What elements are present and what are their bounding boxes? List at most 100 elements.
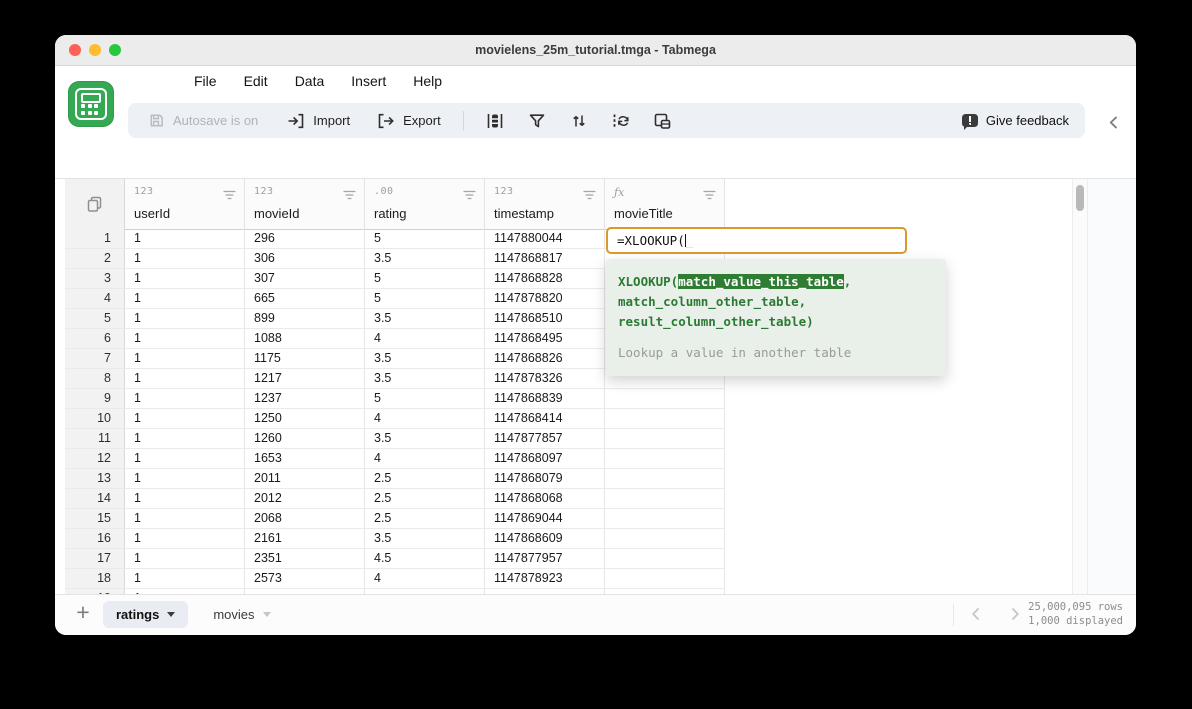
row-number[interactable]: 17 (65, 549, 125, 568)
cell-movieId[interactable]: 1088 (245, 329, 365, 348)
cell-rating[interactable]: 2.5 (365, 469, 485, 488)
next-page-icon[interactable] (1010, 607, 1021, 626)
cell-timestamp[interactable]: 1147877957 (485, 549, 605, 568)
cell-userId[interactable]: 1 (125, 409, 245, 428)
cell-userId[interactable]: 1 (125, 269, 245, 288)
vertical-scrollbar[interactable] (1072, 179, 1088, 595)
cell-rating[interactable]: 4 (365, 449, 485, 468)
cell-userId[interactable]: 1 (125, 569, 245, 588)
cell-movieId[interactable]: 1175 (245, 349, 365, 368)
cell-movieId[interactable]: 2068 (245, 509, 365, 528)
row-number[interactable]: 18 (65, 569, 125, 588)
cell-movieId[interactable]: 2351 (245, 549, 365, 568)
column-filter-icon[interactable] (703, 187, 716, 205)
select-all-corner[interactable] (65, 179, 125, 229)
previous-page-icon[interactable] (970, 607, 981, 626)
column-header-timestamp[interactable]: 123timestamp (485, 179, 605, 229)
row-number[interactable]: 11 (65, 429, 125, 448)
filter-icon[interactable] (527, 111, 547, 131)
cell-userId[interactable]: 1 (125, 289, 245, 308)
cell-timestamp[interactable]: 1147868079 (485, 469, 605, 488)
cell-movieId[interactable]: 306 (245, 249, 365, 268)
cell-movieId[interactable]: 307 (245, 269, 365, 288)
menu-item-file[interactable]: File (194, 73, 217, 89)
row-number[interactable]: 2 (65, 249, 125, 268)
row-number[interactable]: 12 (65, 449, 125, 468)
menu-item-edit[interactable]: Edit (244, 73, 268, 89)
column-filter-icon[interactable] (463, 187, 476, 205)
cell-rating[interactable]: 3.5 (365, 529, 485, 548)
cell-userId[interactable]: 1 (125, 469, 245, 488)
row-number[interactable]: 15 (65, 509, 125, 528)
cell-timestamp[interactable]: 1147868097 (485, 449, 605, 468)
cell-userId[interactable]: 1 (125, 249, 245, 268)
cell-movieTitle[interactable] (605, 469, 725, 488)
column-filter-icon[interactable] (343, 187, 356, 205)
cell-rating[interactable]: 3.5 (365, 429, 485, 448)
row-number[interactable]: 1 (65, 229, 125, 248)
cell-movieId[interactable]: 296 (245, 229, 365, 248)
give-feedback-button[interactable]: Give feedback (962, 113, 1069, 128)
cell-timestamp[interactable]: 1147868068 (485, 489, 605, 508)
cell-movieId[interactable]: 2012 (245, 489, 365, 508)
row-number[interactable]: 8 (65, 369, 125, 388)
cell-timestamp[interactable]: 1147868609 (485, 529, 605, 548)
cell-rating[interactable]: 5 (365, 289, 485, 308)
cell-movieId[interactable]: 2011 (245, 469, 365, 488)
cell-movieTitle[interactable] (605, 389, 725, 408)
cell-rating[interactable]: 4 (365, 409, 485, 428)
cell-rating[interactable]: 3.5 (365, 369, 485, 388)
cell-movieTitle[interactable] (605, 489, 725, 508)
cell-movieId[interactable]: 899 (245, 309, 365, 328)
cell-timestamp[interactable]: 1147880044 (485, 229, 605, 248)
cell-rating[interactable]: 5 (365, 229, 485, 248)
collapse-panel-icon[interactable] (1107, 115, 1123, 131)
sheet-tab-ratings[interactable]: ratings (103, 601, 188, 628)
column-header-userId[interactable]: 123userId (125, 179, 245, 229)
cell-movieId[interactable]: 2573 (245, 569, 365, 588)
add-sheet-button[interactable]: + (70, 600, 96, 626)
cell-rating[interactable]: 3.5 (365, 249, 485, 268)
cell-rating[interactable]: 4.5 (365, 549, 485, 568)
cell-movieTitle[interactable] (605, 429, 725, 448)
cell-movieId[interactable]: 1237 (245, 389, 365, 408)
sort-icon[interactable] (569, 111, 589, 131)
cell-movieId[interactable]: 1250 (245, 409, 365, 428)
formula-cell-editor[interactable]: =XLOOKUP(_ (606, 227, 907, 254)
cell-timestamp[interactable]: 1147878820 (485, 289, 605, 308)
row-number[interactable]: 10 (65, 409, 125, 428)
cell-timestamp[interactable]: 1147868826 (485, 349, 605, 368)
row-number[interactable]: 6 (65, 329, 125, 348)
cell-userId[interactable]: 1 (125, 529, 245, 548)
row-number[interactable]: 5 (65, 309, 125, 328)
menu-item-help[interactable]: Help (413, 73, 442, 89)
cell-userId[interactable]: 1 (125, 489, 245, 508)
cell-rating[interactable]: 5 (365, 389, 485, 408)
cell-rating[interactable]: 3.5 (365, 349, 485, 368)
column-filter-icon[interactable] (223, 187, 236, 205)
cell-timestamp[interactable]: 1147878326 (485, 369, 605, 388)
cell-timestamp[interactable]: 1147868828 (485, 269, 605, 288)
cell-timestamp[interactable]: 1147877857 (485, 429, 605, 448)
cell-rating[interactable]: 2.5 (365, 509, 485, 528)
cell-userId[interactable]: 1 (125, 309, 245, 328)
cell-movieTitle[interactable] (605, 549, 725, 568)
cell-userId[interactable]: 1 (125, 369, 245, 388)
cell-rating[interactable]: 5 (365, 269, 485, 288)
column-header-movieId[interactable]: 123movieId (245, 179, 365, 229)
column-filter-icon[interactable] (583, 187, 596, 205)
cell-movieTitle[interactable] (605, 449, 725, 468)
cell-rating[interactable]: 3.5 (365, 309, 485, 328)
cell-userId[interactable]: 1 (125, 229, 245, 248)
row-number[interactable]: 13 (65, 469, 125, 488)
refresh-columns-icon[interactable] (611, 111, 631, 131)
cell-userId[interactable]: 1 (125, 349, 245, 368)
cell-timestamp[interactable]: 1147878923 (485, 569, 605, 588)
column-header-movieTitle[interactable]: ƒxmovieTitle (605, 179, 725, 229)
cell-userId[interactable]: 1 (125, 549, 245, 568)
cell-timestamp[interactable]: 1147868510 (485, 309, 605, 328)
cell-timestamp[interactable]: 1147868495 (485, 329, 605, 348)
cell-timestamp[interactable]: 1147868817 (485, 249, 605, 268)
cell-rating[interactable]: 2.5 (365, 489, 485, 508)
linked-table-icon[interactable] (653, 111, 673, 131)
